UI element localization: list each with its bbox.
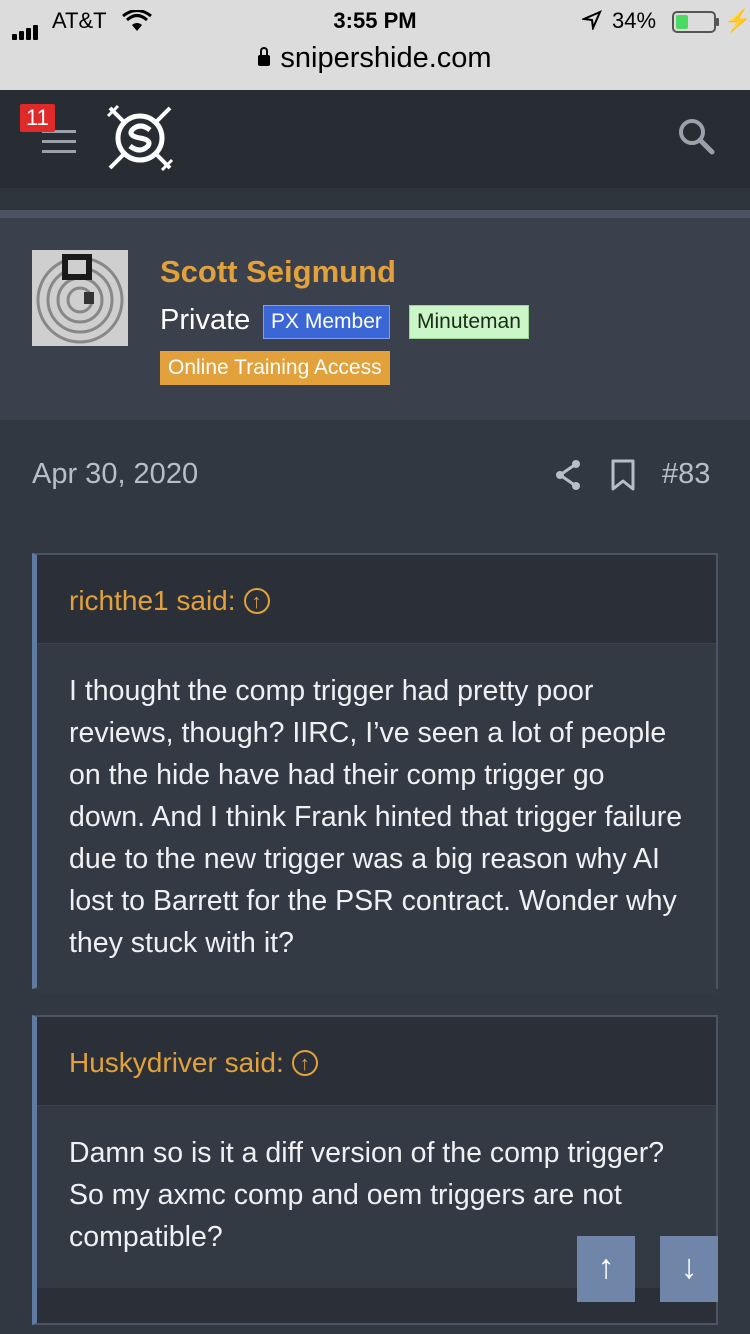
- banner-minuteman: Minuteman: [409, 305, 529, 339]
- address-bar[interactable]: snipershide.com: [0, 42, 750, 75]
- avatar[interactable]: [32, 250, 128, 346]
- quote-block: richthe1 said: ↑ I thought the comp trigg…: [32, 553, 718, 994]
- quote-author-link[interactable]: Huskydriver said: ↑: [69, 1047, 318, 1079]
- quote-author-text: richthe1 said:: [69, 585, 236, 616]
- battery-tip: [716, 18, 719, 26]
- lock-icon: [258, 47, 271, 66]
- post-author-block: Scott Seigmund Private PX Member Minutem…: [0, 218, 750, 420]
- quote-text: I thought the comp trigger had pretty po…: [37, 644, 716, 994]
- quote-author-link[interactable]: richthe1 said: ↑: [69, 585, 270, 617]
- header-spacer: [0, 188, 750, 210]
- share-icon[interactable]: [554, 458, 584, 492]
- quote-author-text: Huskydriver said:: [69, 1047, 284, 1078]
- post-date[interactable]: Apr 30, 2020: [32, 458, 198, 491]
- search-icon[interactable]: [676, 116, 716, 156]
- notification-badge[interactable]: 11: [20, 104, 55, 132]
- charging-icon: ⚡: [724, 8, 750, 33]
- author-username[interactable]: Scott Seigmund: [160, 254, 396, 290]
- author-rank: Private: [160, 304, 251, 336]
- quote-header: richthe1 said: ↑: [37, 555, 716, 644]
- quote-line: Damn so is it a diff version of the comp…: [69, 1137, 665, 1169]
- quote-jump-icon[interactable]: ↑: [243, 588, 270, 614]
- battery-icon: [672, 11, 716, 33]
- scroll-down-button[interactable]: ↓: [660, 1236, 718, 1302]
- url-text: snipershide.com: [280, 42, 492, 74]
- menu-icon[interactable]: [42, 130, 76, 160]
- post-number[interactable]: #83: [662, 458, 710, 491]
- battery-level: [676, 15, 688, 29]
- site-header: 11: [0, 90, 750, 188]
- site-logo[interactable]: [106, 104, 174, 172]
- quote-jump-icon[interactable]: ↑: [291, 1050, 318, 1076]
- bookmark-icon[interactable]: [610, 458, 636, 492]
- location-icon: [580, 10, 602, 36]
- banner-online-training: Online Training Access: [160, 351, 390, 385]
- battery-percent: 34%: [612, 8, 657, 33]
- status-bar: AT&T 3:55 PM 34% ⚡ snipershide.com: [0, 0, 750, 90]
- scroll-up-button[interactable]: ↑: [577, 1236, 635, 1302]
- quote-header: Huskydriver said: ↑: [37, 1017, 716, 1106]
- header-divider: [0, 210, 750, 218]
- post-meta: Apr 30, 2020 #83: [0, 420, 750, 530]
- banner-px-member: PX Member: [263, 305, 390, 339]
